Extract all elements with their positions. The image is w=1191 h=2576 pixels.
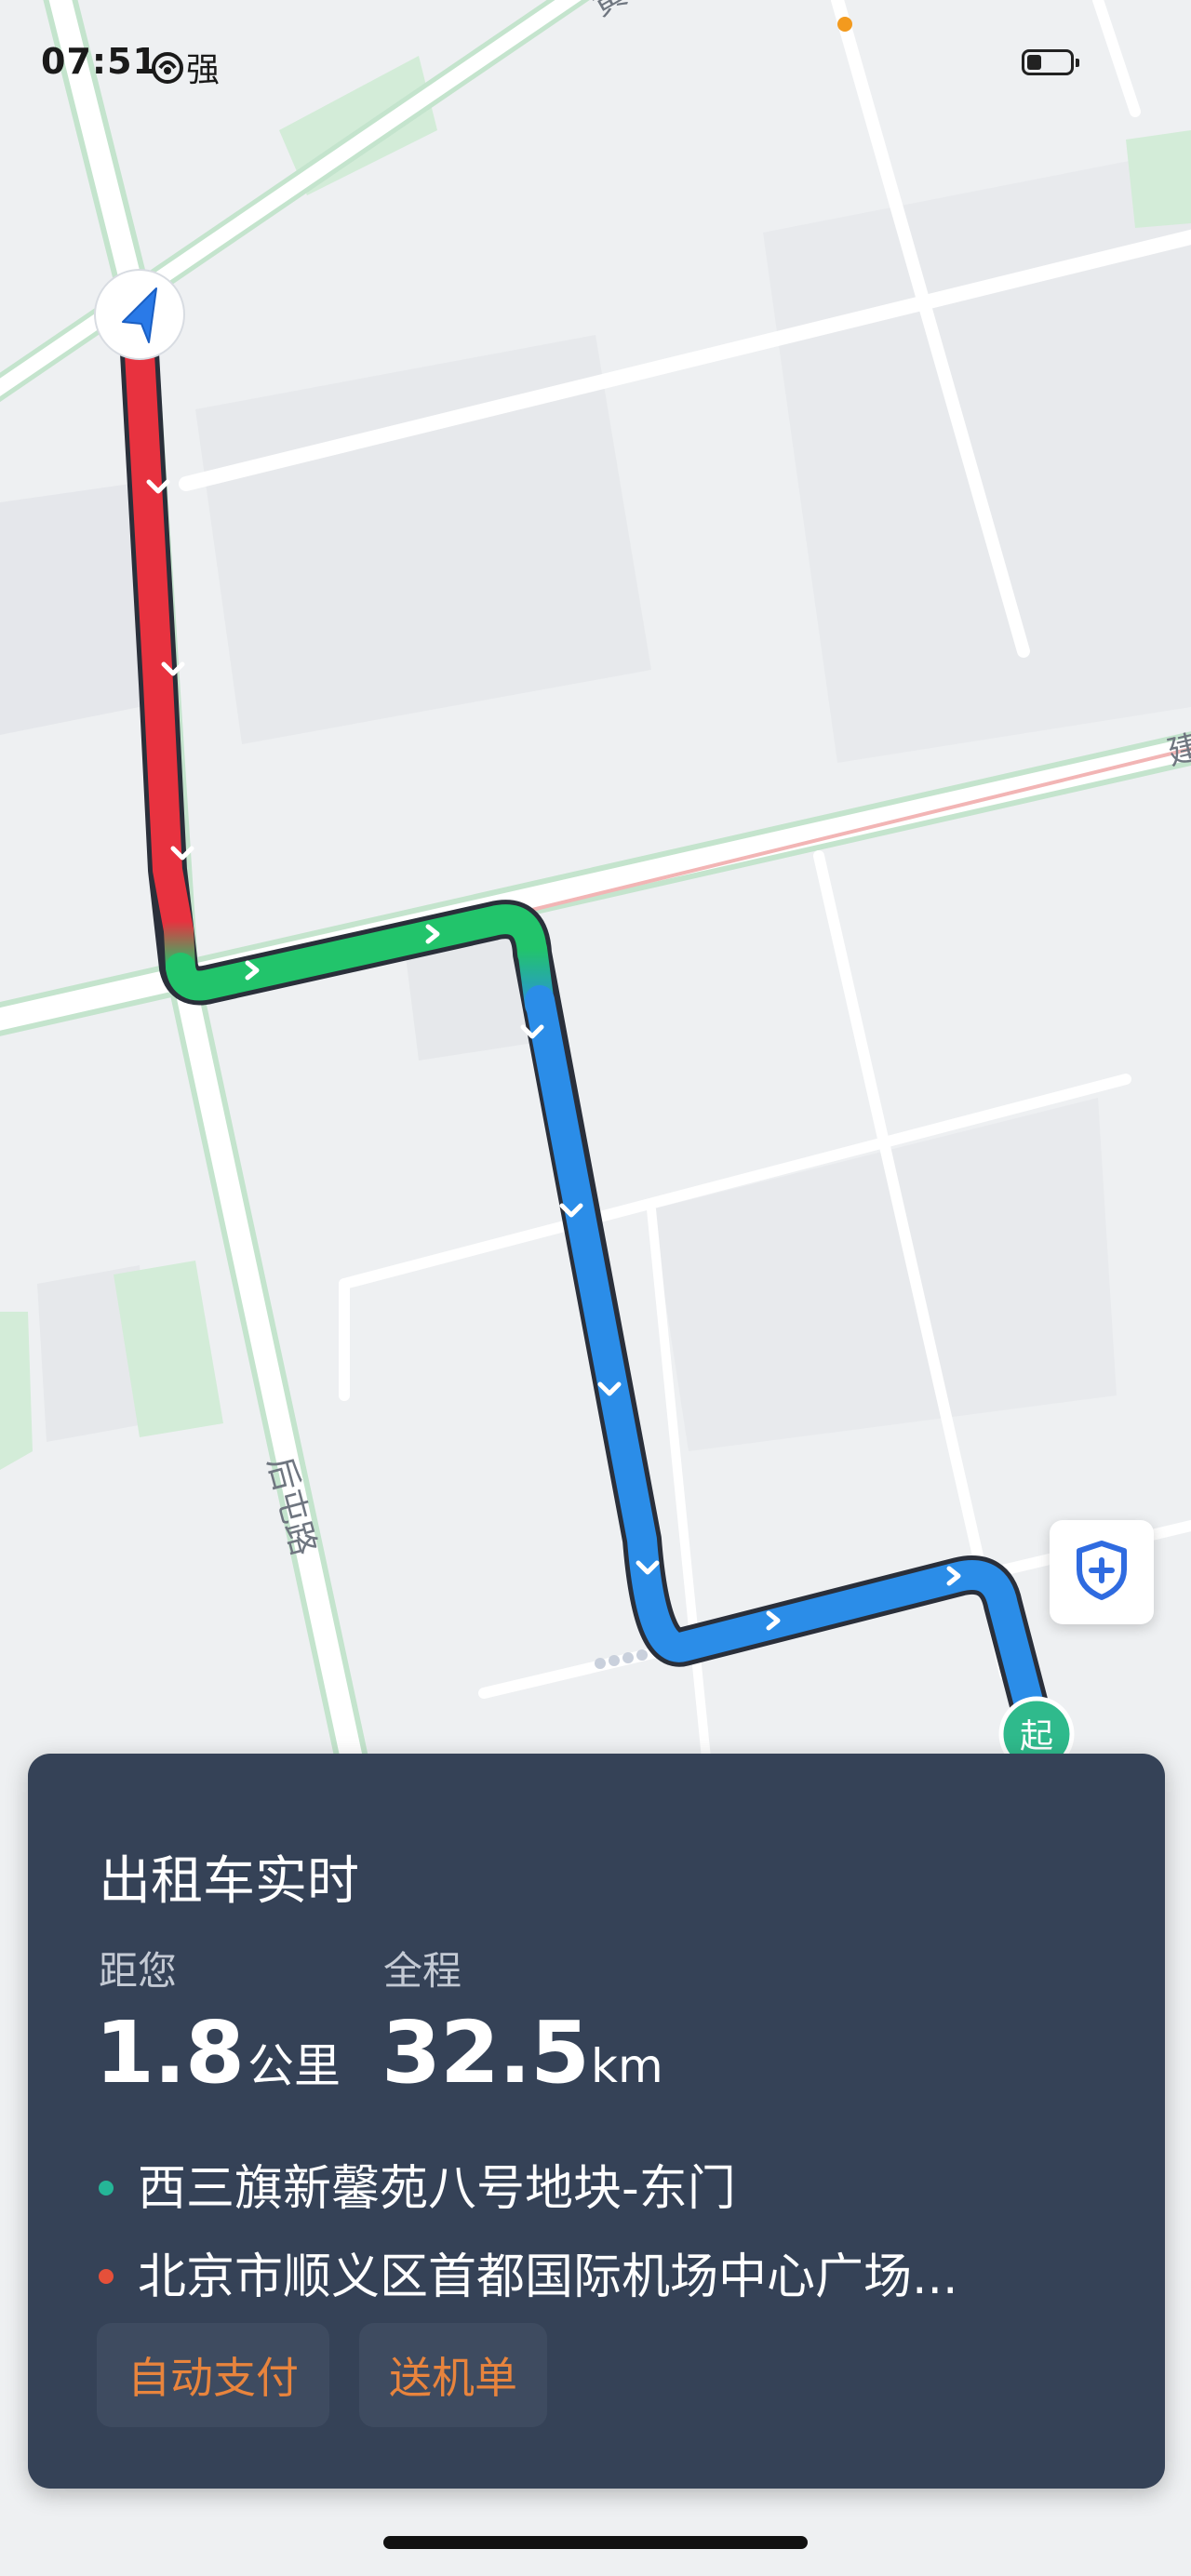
distance-number: 1.8 xyxy=(95,2003,245,2102)
safety-center-button[interactable] xyxy=(1050,1520,1154,1624)
destination-address: 北京市顺义区首都国际机场中心广场... xyxy=(138,2249,958,2305)
distance-value: 1.8公里 xyxy=(95,2003,341,2102)
distance-label: 距您 xyxy=(99,1948,178,1994)
shield-plus-icon xyxy=(1074,1540,1130,1605)
destination-dot xyxy=(99,2269,114,2284)
total-unit: km xyxy=(591,2039,663,2093)
hotspot-icon xyxy=(151,51,184,93)
battery-fill xyxy=(1027,55,1041,70)
privacy-indicator-dot xyxy=(837,17,852,32)
destination-address-row: 北京市顺义区首都国际机场中心广场... xyxy=(99,2237,958,2307)
status-bar: 07:51 强 xyxy=(0,0,1191,130)
status-signal: 强 xyxy=(151,43,220,93)
status-time: 07:51 xyxy=(41,41,158,82)
status-signal-label: 强 xyxy=(186,51,221,89)
navigation-arrow-icon[interactable] xyxy=(94,269,185,360)
trip-info-card: 出租车实时 距您 全程 1.8公里 32.5km 西三旗新馨苑八号地块-东门 北… xyxy=(28,1754,1165,2489)
start-marker-label: 起 xyxy=(1020,1717,1053,1755)
home-indicator[interactable] xyxy=(383,2536,808,2549)
pickup-address-row: 西三旗新馨苑八号地块-东门 xyxy=(99,2149,736,2219)
airport-order-button[interactable]: 送机单 xyxy=(359,2323,547,2427)
total-value: 32.5km xyxy=(381,2003,663,2102)
distance-unit: 公里 xyxy=(247,2039,341,2093)
pickup-address: 西三旗新馨苑八号地块-东门 xyxy=(138,2161,736,2217)
auto-pay-button[interactable]: 自动支付 xyxy=(97,2323,329,2427)
total-label: 全程 xyxy=(383,1948,462,1994)
total-number: 32.5 xyxy=(381,2003,590,2102)
pickup-dot xyxy=(99,2181,114,2196)
card-title: 出租车实时 xyxy=(99,1851,359,1912)
battery-icon xyxy=(1022,49,1079,75)
